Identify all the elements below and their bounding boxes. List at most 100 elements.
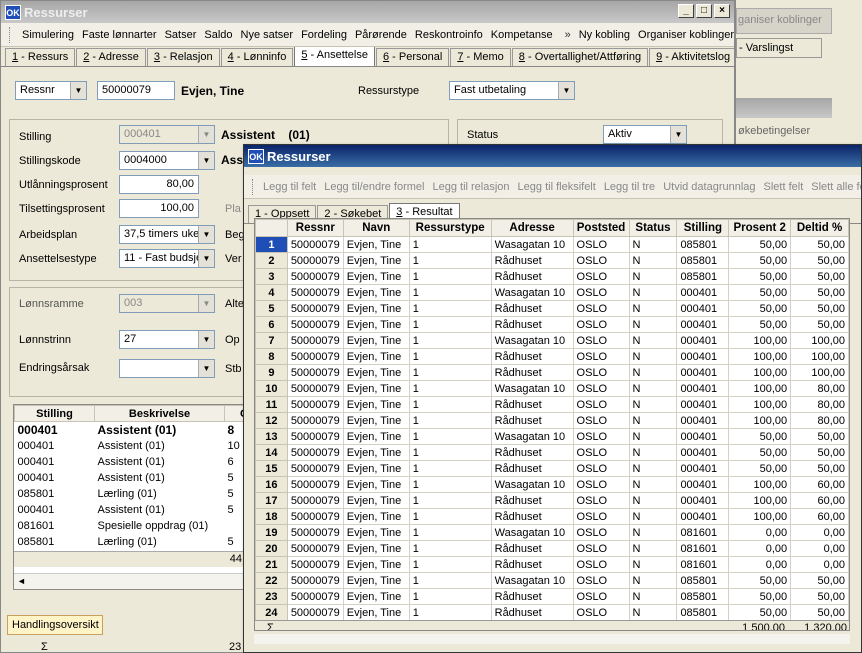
table-cell[interactable]: 000401 [676,316,730,333]
table-cell[interactable]: Wasagatan 10 [490,284,574,301]
column-header-8[interactable]: Deltid % [790,219,849,237]
tab-8[interactable]: 8 - Overtallighet/Attføring [511,48,649,66]
table-cell[interactable]: 50000079 [286,524,344,541]
tab-9[interactable]: 9 - Aktivitetslog [649,48,734,66]
front-toolbar-item-4[interactable]: Legg til tre [604,181,655,193]
tab-3[interactable]: 3 - Relasjon [146,48,220,66]
table-cell[interactable]: 50000079 [286,588,344,605]
table-cell[interactable]: N [628,284,678,301]
table-cell[interactable]: 50000079 [286,604,344,621]
table-cell[interactable]: OSLO [572,284,630,301]
table-cell[interactable]: OSLO [572,316,630,333]
row-number[interactable]: 6 [255,316,288,333]
table-cell[interactable]: Rådhuset [490,412,574,429]
column-header-1[interactable]: Navn [342,219,410,237]
table-cell[interactable]: Wasagatan 10 [490,380,574,397]
table-cell[interactable]: 50000079 [286,492,344,509]
scroll-left-icon[interactable]: ◄ [17,576,26,586]
row-number[interactable]: 8 [255,348,288,365]
table-cell[interactable]: N [628,364,678,381]
table-cell[interactable]: N [628,540,678,557]
table-cell[interactable]: 50000079 [286,476,344,493]
table-cell[interactable]: Evjen, Tine [342,316,410,333]
table-cell[interactable]: Rådhuset [490,252,574,269]
table-cell[interactable]: Rådhuset [490,348,574,365]
table-cell[interactable]: OSLO [572,252,630,269]
table-cell[interactable]: 50000079 [286,348,344,365]
table-cell[interactable]: OSLO [572,524,630,541]
table-cell[interactable]: OSLO [572,460,630,477]
tilsetting-field[interactable]: 100,00 [119,199,199,218]
list-item[interactable]: 085801 Lærling (01) 5 [15,486,245,502]
table-cell[interactable]: OSLO [572,300,630,317]
row-number[interactable]: 14 [255,444,288,461]
table-cell[interactable]: 50000079 [286,540,344,557]
table-cell[interactable]: 085801 [676,236,730,253]
table-cell[interactable]: 100,00 [728,332,792,349]
table-cell[interactable]: Evjen, Tine [342,396,410,413]
key-value-field[interactable]: 50000079 [97,81,175,100]
table-cell[interactable]: 1 [408,460,492,477]
front-toolbar-item-7[interactable]: Slett alle felt [811,181,861,193]
table-cell[interactable]: 1 [408,268,492,285]
right-bg-button[interactable]: ganiser koblinger [738,14,822,26]
table-cell[interactable]: 1 [408,364,492,381]
table-cell[interactable]: 0,00 [728,540,792,557]
toolbar-right-item-0[interactable]: Ny kobling [579,29,630,41]
table-cell[interactable]: Wasagatan 10 [490,236,574,253]
list-item[interactable]: 000401 Assistent (01) 5 [15,470,245,486]
table-cell[interactable]: Rådhuset [490,556,574,573]
table-cell[interactable]: Evjen, Tine [342,444,410,461]
table-cell[interactable]: 100,00 [790,364,849,381]
column-header-3[interactable]: Adresse [490,219,574,237]
table-row[interactable]: 24 50000079 Evjen, Tine 1 Rådhuset OSLO N 08580… [255,604,849,621]
table-cell[interactable]: 100,00 [728,492,792,509]
row-number[interactable]: 18 [255,508,288,525]
table-cell[interactable]: Rådhuset [490,396,574,413]
table-cell[interactable]: 000401 [676,300,730,317]
tab-2[interactable]: 2 - Adresse [76,48,146,66]
list-item[interactable]: 000401 Assistent (01) 6 [15,454,245,470]
table-cell[interactable]: N [628,268,678,285]
table-cell[interactable]: Evjen, Tine [342,492,410,509]
table-cell[interactable]: 50,00 [790,444,849,461]
toolbar-grip[interactable] [9,26,12,43]
table-cell[interactable]: OSLO [572,412,630,429]
table-row[interactable]: 11 50000079 Evjen, Tine 1 Rådhuset OSLO N 00040… [255,396,849,413]
table-cell[interactable]: 60,00 [790,508,849,525]
table-cell[interactable]: 1 [408,252,492,269]
row-number[interactable]: 11 [255,396,288,413]
table-row[interactable]: 15 50000079 Evjen, Tine 1 Rådhuset OSLO N 00040… [255,460,849,477]
toolbar-item-5[interactable]: Fordeling [301,29,347,41]
table-cell[interactable]: 1 [408,412,492,429]
row-number[interactable]: 1 [255,236,288,253]
table-cell[interactable]: OSLO [572,332,630,349]
list-header-beskrivelse[interactable]: Beskrivelse [94,405,225,422]
table-cell[interactable]: 50000079 [286,572,344,589]
table-cell[interactable]: Rådhuset [490,364,574,381]
table-cell[interactable]: N [628,588,678,605]
table-cell[interactable]: 0,00 [728,524,792,541]
tab-1[interactable]: 1 - Ressurs [5,48,76,66]
table-cell[interactable]: Evjen, Tine [342,476,410,493]
table-cell[interactable]: N [628,380,678,397]
table-cell[interactable]: Evjen, Tine [342,332,410,349]
front-toolbar-item-5[interactable]: Utvid datagrunnlag [663,181,755,193]
table-cell[interactable]: Evjen, Tine [342,364,410,381]
table-cell[interactable]: OSLO [572,588,630,605]
row-number-header[interactable] [255,219,288,237]
table-cell[interactable]: 50,00 [728,604,792,621]
table-cell[interactable]: 50,00 [790,236,849,253]
table-cell[interactable]: 50,00 [790,252,849,269]
status-select[interactable]: Aktiv ▼ [603,125,687,144]
table-cell[interactable]: 60,00 [790,476,849,493]
table-cell[interactable]: N [628,316,678,333]
list-item[interactable]: 081601 Spesielle oppdrag (01) [15,518,245,534]
row-number[interactable]: 21 [255,556,288,573]
table-cell[interactable]: 1 [408,300,492,317]
row-number[interactable]: 7 [255,332,288,349]
toolbar-item-3[interactable]: Saldo [204,29,232,41]
table-cell[interactable]: N [628,252,678,269]
table-row[interactable]: 16 50000079 Evjen, Tine 1 Wasagatan 10 OSLO N 0… [255,476,849,493]
table-cell[interactable]: 80,00 [790,396,849,413]
